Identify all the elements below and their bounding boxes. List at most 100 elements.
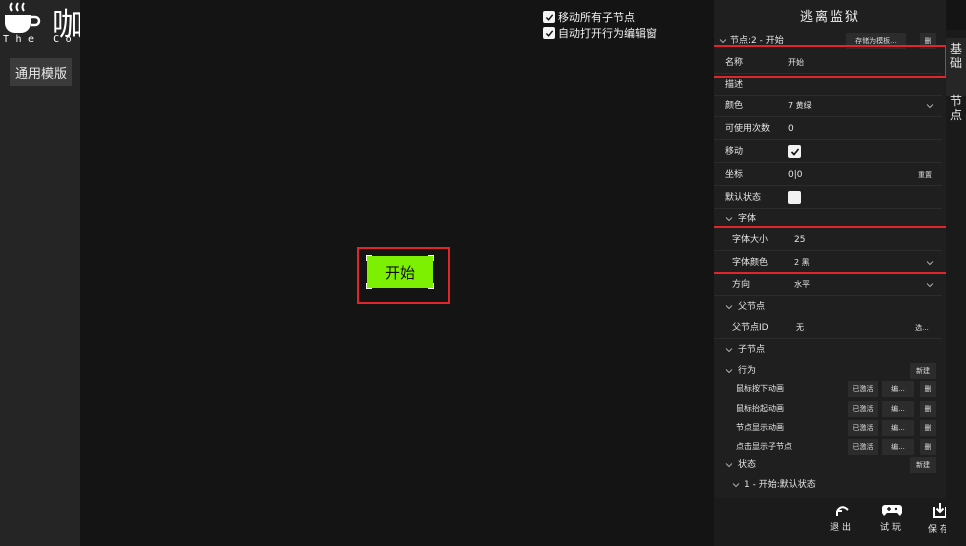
checkbox-auto-open[interactable]	[543, 27, 555, 39]
template-button[interactable]: 通用模版	[10, 58, 72, 86]
parent-id-row: 父节点ID 无 选...	[714, 317, 942, 339]
new-behavior-button[interactable]: 新建	[910, 363, 936, 379]
direction-row[interactable]: 方向 水平	[714, 274, 942, 296]
font-size-label: 字体大小	[732, 235, 769, 245]
save-template-button[interactable]: 存储为模板...	[846, 33, 906, 49]
behavior-delete-button[interactable]: 删	[920, 439, 936, 455]
font-size-input[interactable]: 25	[794, 229, 805, 251]
desc-row: 描述	[714, 74, 942, 96]
chevron-down-icon[interactable]	[926, 281, 934, 289]
undo-arrow-icon	[836, 506, 849, 516]
direction-label: 方向	[732, 280, 751, 290]
behavior-item: 鼠标按下动画 已激活 编... 删	[714, 378, 942, 400]
name-input[interactable]: 开始	[788, 52, 804, 74]
parent-id-value: 无	[796, 323, 804, 332]
state-section-label: 状态	[738, 460, 757, 470]
behavior-edit-button[interactable]: 编...	[882, 401, 914, 417]
option-label: 移动所有子节点	[558, 11, 635, 24]
chevron-down-icon[interactable]	[725, 303, 733, 311]
behavior-name: 鼠标按下动画	[736, 384, 784, 393]
move-checkbox[interactable]	[788, 145, 801, 158]
tab-basic[interactable]: 基础	[946, 38, 966, 96]
bottom-toolbar: 退出 试玩 保存	[714, 498, 949, 546]
font-section-row[interactable]: 字体	[714, 208, 942, 230]
color-label: 颜色	[725, 101, 744, 111]
coord-row: 坐标 0|0 重置	[714, 164, 942, 186]
check-icon	[790, 147, 799, 156]
default-state-checkbox[interactable]	[788, 191, 801, 204]
test-play-button[interactable]: 试玩	[874, 502, 910, 542]
state-item[interactable]: 1 - 开始:默认状态	[714, 474, 942, 496]
check-icon	[545, 13, 553, 21]
coord-input[interactable]: 0|0	[788, 164, 802, 186]
new-state-button[interactable]: 新建	[910, 457, 936, 473]
chevron-down-icon[interactable]	[725, 367, 733, 375]
color-select[interactable]: 7 黄绿	[788, 95, 812, 117]
node-header-row: 节点:2 - 开始 存储为模板... 删	[714, 30, 942, 52]
font-size-row: 字体大小 25	[714, 229, 942, 251]
desc-label: 描述	[725, 80, 744, 90]
gamepad-icon	[882, 505, 902, 516]
font-section-label: 字体	[738, 214, 757, 224]
font-color-label: 字体颜色	[732, 258, 769, 268]
properties-panel: 逃离监狱 节点:2 - 开始 存储为模板... 删 名称 开始 描述 颜色 7 …	[714, 0, 949, 546]
behavior-status-button[interactable]: 已激活	[848, 420, 878, 436]
behavior-delete-button[interactable]: 删	[920, 401, 936, 417]
font-color-row[interactable]: 字体颜色 2 黑	[714, 252, 942, 274]
chevron-down-icon[interactable]	[725, 346, 733, 354]
behavior-status-button[interactable]: 已激活	[848, 439, 878, 455]
check-icon	[545, 29, 553, 37]
parent-section-row[interactable]: 父节点	[714, 296, 942, 318]
behavior-edit-button[interactable]: 编...	[882, 439, 914, 455]
exit-label: 退出	[829, 523, 854, 533]
coord-label: 坐标	[725, 170, 744, 180]
choose-parent-button[interactable]: 选...	[908, 320, 936, 336]
chevron-down-icon[interactable]	[732, 481, 740, 489]
chevron-down-icon[interactable]	[725, 461, 733, 469]
exit-button[interactable]: 退出	[824, 502, 860, 542]
tab-basic-label: 基础	[949, 42, 962, 70]
behavior-edit-button[interactable]: 编...	[882, 381, 914, 397]
chevron-down-icon[interactable]	[926, 102, 934, 110]
highlight-box-node	[357, 247, 450, 304]
node-header: 节点:2 - 开始	[730, 36, 784, 46]
left-sidebar: 通用模版	[0, 0, 80, 546]
editor-canvas[interactable]: 移动所有子节点 自动打开行为编辑窗 开始	[80, 0, 714, 546]
chevron-down-icon[interactable]	[719, 37, 727, 45]
uses-label: 可使用次数	[725, 124, 771, 134]
children-section-row[interactable]: 子节点	[714, 339, 942, 361]
behavior-edit-button[interactable]: 编...	[882, 420, 914, 436]
behavior-delete-button[interactable]: 删	[920, 381, 936, 397]
chevron-down-icon[interactable]	[725, 215, 733, 223]
chevron-down-icon[interactable]	[926, 259, 934, 267]
name-row: 名称 开始	[714, 52, 942, 74]
behavior-delete-button[interactable]: 删	[920, 420, 936, 436]
coffee-cup-icon	[5, 2, 41, 33]
behavior-status-button[interactable]: 已激活	[848, 381, 878, 397]
tab-node[interactable]: 节点	[946, 90, 966, 134]
direction-select[interactable]: 水平	[794, 274, 810, 296]
panel-title: 逃离监狱	[799, 9, 860, 25]
state-section-row[interactable]: 状态 新建	[714, 454, 942, 476]
font-color-select[interactable]: 2 黑	[794, 252, 810, 274]
color-row[interactable]: 颜色 7 黄绿	[714, 95, 942, 117]
behavior-status-button[interactable]: 已激活	[848, 401, 878, 417]
delete-node-button[interactable]: 删	[920, 33, 936, 49]
vertical-tabs: 基础 节点	[946, 30, 966, 546]
children-section-label: 子节点	[738, 345, 766, 355]
reset-coord-button[interactable]: 重置	[912, 167, 938, 183]
parent-id-label: 父节点ID	[732, 323, 769, 333]
default-state-label: 默认状态	[725, 193, 762, 203]
option-auto-open-behavior[interactable]: 自动打开行为编辑窗	[543, 25, 657, 41]
uses-row: 可使用次数 0	[714, 118, 942, 140]
tab-node-label: 节点	[949, 94, 962, 122]
name-label: 名称	[725, 58, 744, 68]
properties-scroll[interactable]: 节点:2 - 开始 存储为模板... 删 名称 开始 描述 颜色 7 黄绿 可使…	[714, 30, 946, 498]
checkbox-move-children[interactable]	[543, 11, 555, 23]
state-item-label: 1 - 开始:默认状态	[744, 480, 816, 490]
option-move-children[interactable]: 移动所有子节点	[543, 9, 635, 25]
parent-section-label: 父节点	[738, 302, 766, 312]
uses-input[interactable]: 0	[788, 118, 794, 140]
option-label: 自动打开行为编辑窗	[558, 27, 657, 40]
move-label: 移动	[725, 147, 744, 157]
